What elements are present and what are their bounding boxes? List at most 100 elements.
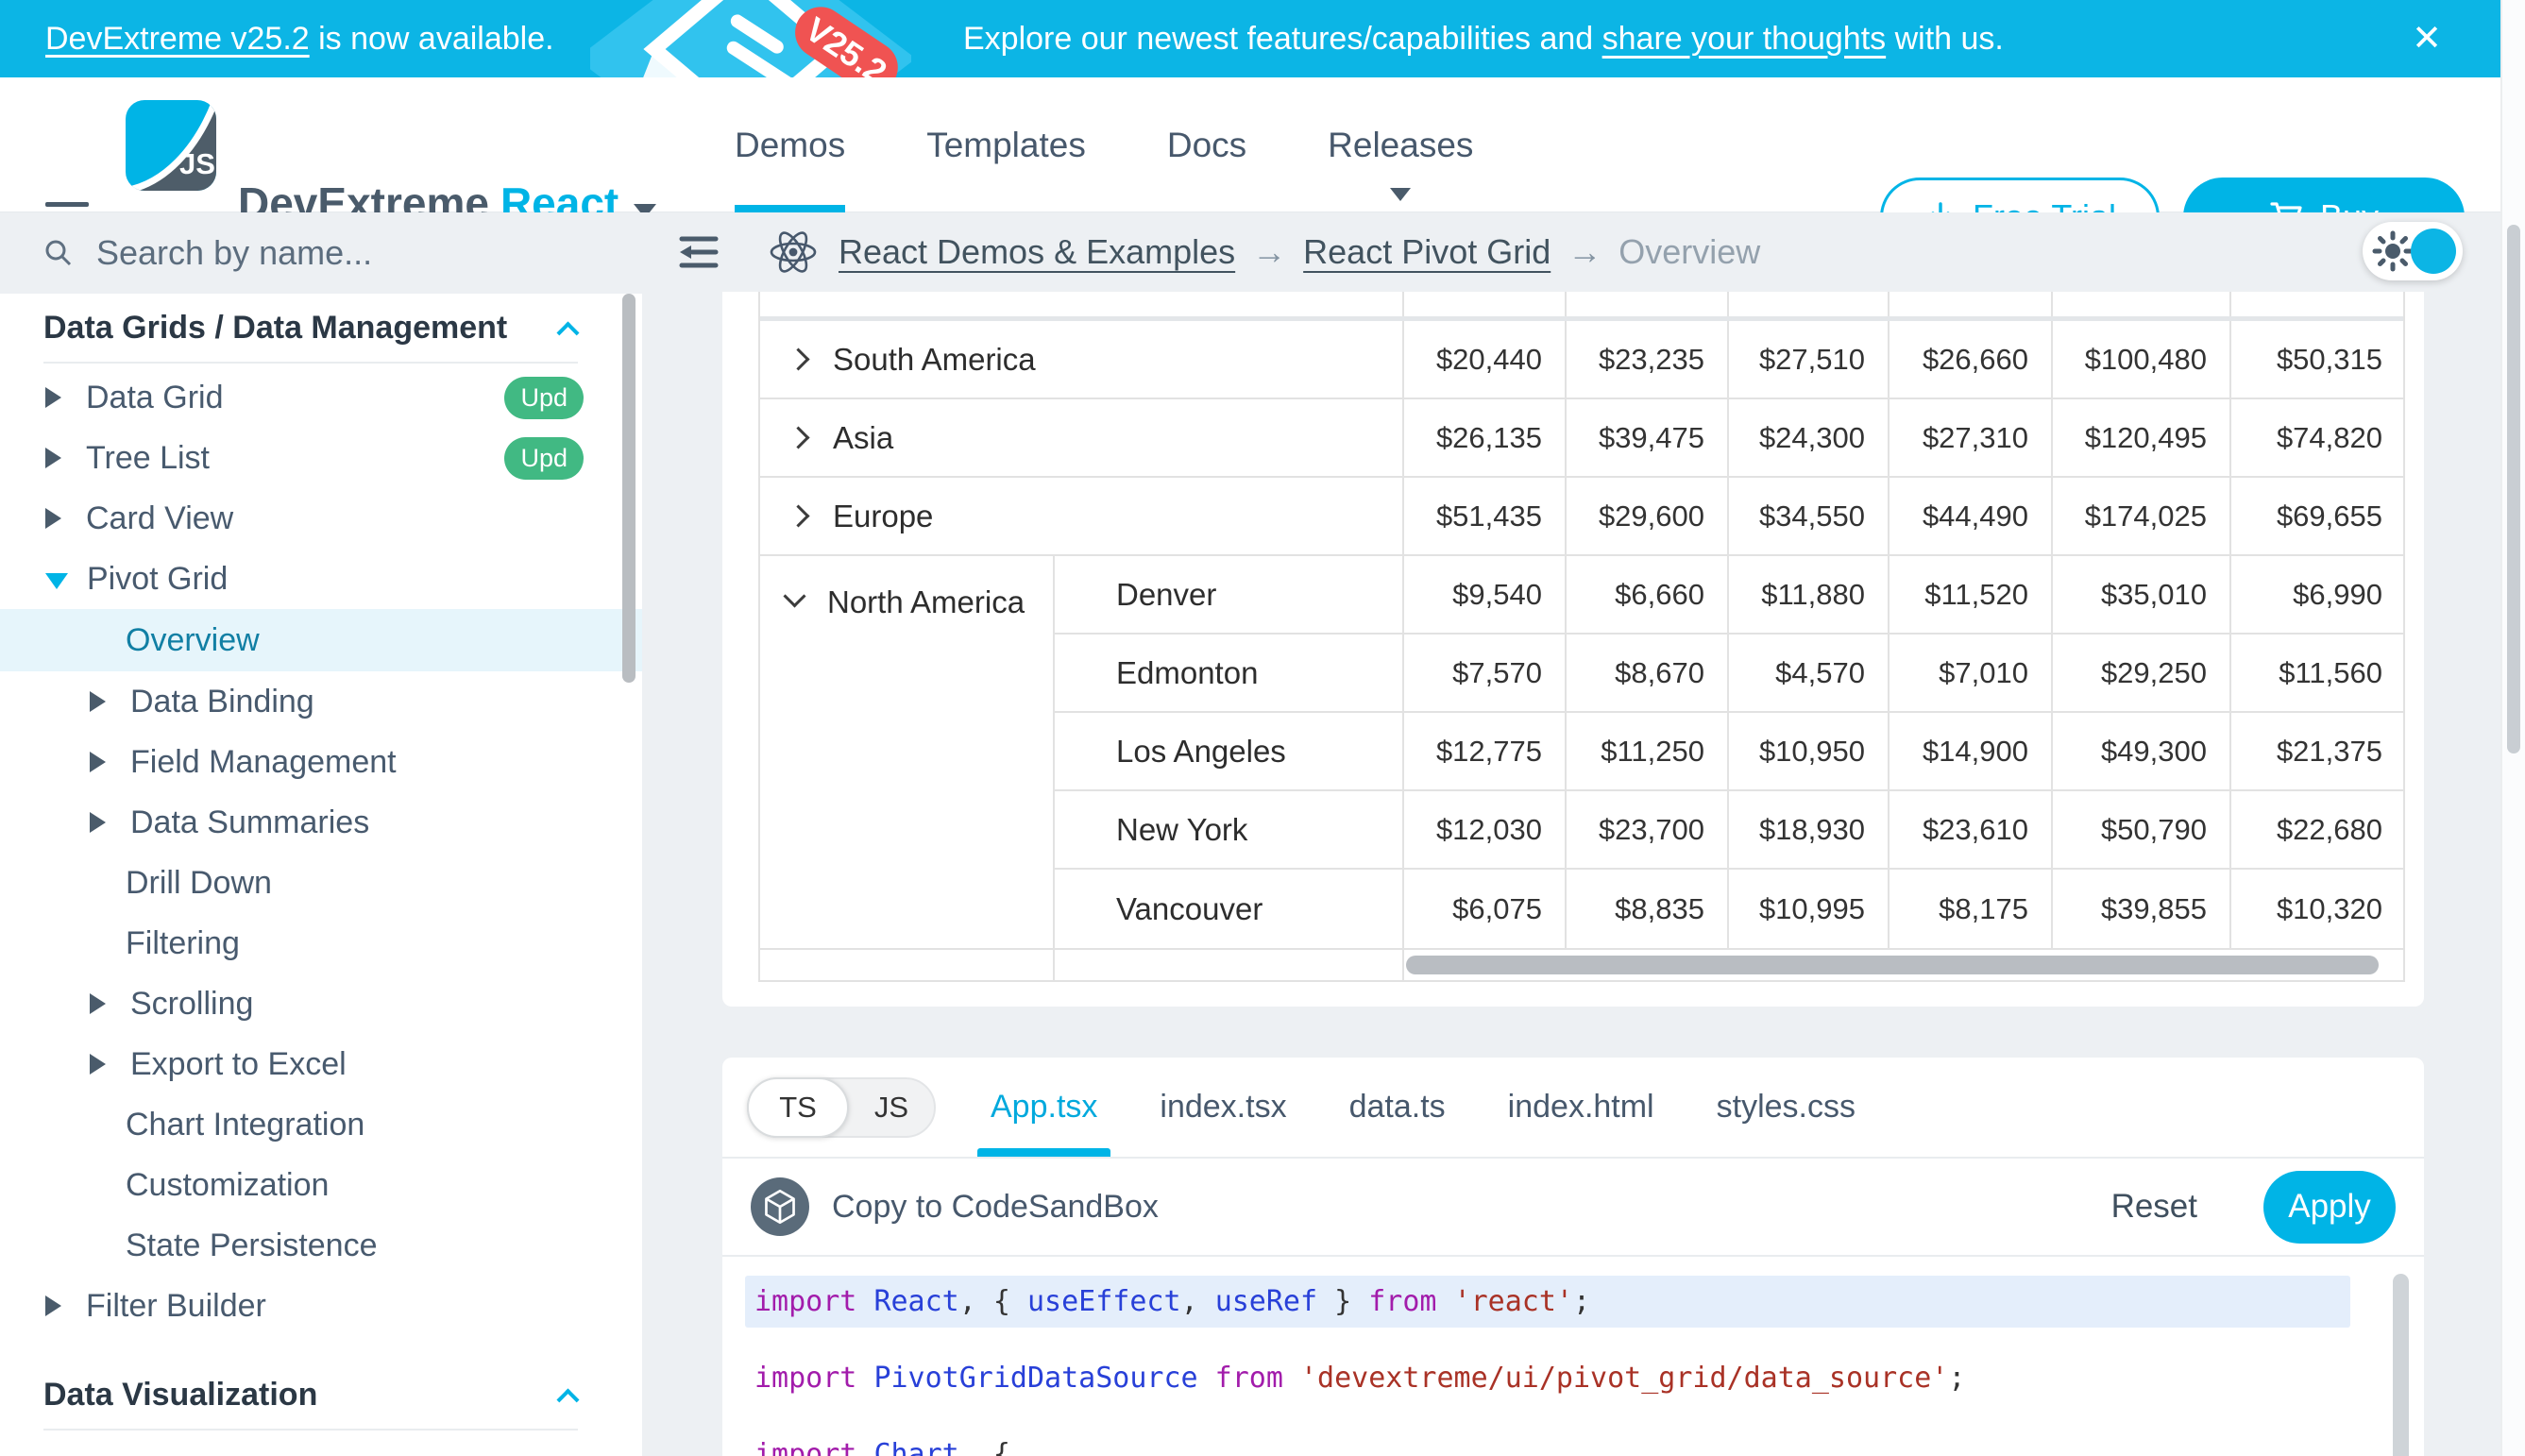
value-cell: $8,835 — [1567, 870, 1729, 948]
sidebar-item-overview[interactable]: Overview — [0, 609, 642, 671]
value-cell: $7,570 — [1404, 635, 1567, 711]
value-cell: $120,495 — [2053, 399, 2231, 476]
code-actions-row: Copy to CodeSandBox Reset Apply — [722, 1159, 2424, 1257]
language-js-option[interactable]: JS — [849, 1079, 934, 1136]
code-panel: TS JS App.tsx index.tsx data.ts index.ht… — [722, 1058, 2424, 1456]
value-cell: $26,660 — [1890, 321, 2053, 398]
value-cell: $7,010 — [1890, 635, 2053, 711]
city-header-cell[interactable]: Vancouver — [1055, 870, 1404, 948]
announcement-banner: DevExtreme v25.2 is now available. V25.2… — [0, 0, 2525, 77]
page-scrollbar-track[interactable] — [2500, 0, 2525, 1456]
language-toggle[interactable]: TS JS — [747, 1077, 936, 1138]
expand-chevron-icon[interactable] — [787, 347, 809, 370]
value-cell: $6,075 — [1404, 870, 1567, 948]
value-cell: $22,680 — [2231, 791, 2405, 868]
triangle-right-icon — [90, 691, 106, 712]
code-vertical-scrollbar[interactable] — [2393, 1274, 2409, 1456]
collapse-chevron-icon[interactable] — [783, 584, 805, 607]
sidebar-item-data-binding[interactable]: Data Binding — [0, 671, 642, 732]
banner-close-icon[interactable]: ✕ — [2412, 21, 2442, 57]
value-cell: $11,250 — [1567, 713, 1729, 789]
sidebar-item-chart-integration[interactable]: Chart Integration — [0, 1094, 642, 1155]
reset-button[interactable]: Reset — [2111, 1188, 2197, 1226]
sidebar-item-scrolling[interactable]: Scrolling — [0, 973, 642, 1034]
nav-templates[interactable]: Templates — [926, 77, 1086, 212]
tab-styles-css[interactable]: styles.css — [1717, 1058, 1856, 1157]
theme-toggle[interactable] — [2363, 222, 2463, 280]
row-header-cell[interactable]: North America — [760, 556, 1055, 948]
nav-demos[interactable]: Demos — [735, 77, 845, 212]
sidebar-item-data-summaries[interactable]: Data Summaries — [0, 792, 642, 853]
value-cell: $11,560 — [2231, 635, 2405, 711]
value-cell: $50,790 — [2053, 791, 2231, 868]
city-header-cell[interactable]: New York — [1055, 791, 1404, 868]
codesandbox-icon[interactable] — [751, 1177, 809, 1236]
tab-app-tsx[interactable]: App.tsx — [991, 1058, 1097, 1157]
banner-message: Explore our newest features/capabilities… — [963, 21, 2004, 58]
search-input[interactable] — [96, 233, 550, 273]
code-editor[interactable]: import React, { useEffect, useRef } from… — [722, 1257, 2424, 1456]
tab-data-ts[interactable]: data.ts — [1349, 1058, 1446, 1157]
sidebar-section-data-visualization[interactable]: Data Visualization — [0, 1361, 642, 1429]
nav-releases[interactable]: Releases — [1328, 77, 1473, 212]
upd-badge: Upd — [504, 377, 584, 419]
triangle-down-icon — [45, 573, 68, 589]
main-nav: Demos Templates Docs Releases — [735, 77, 1473, 212]
sidebar-item-customization[interactable]: Customization — [0, 1155, 642, 1215]
sidebar-item-drill-down[interactable]: Drill Down — [0, 853, 642, 913]
sidebar-item-state-persistence[interactable]: State Persistence — [0, 1215, 642, 1276]
value-cell: $50,315 — [2231, 321, 2405, 398]
sidebar-item-filtering[interactable]: Filtering — [0, 913, 642, 973]
sidebar-item-tree-list[interactable]: Tree List Upd — [0, 428, 642, 488]
breadcrumb-parent-link[interactable]: React Pivot Grid — [1303, 232, 1551, 271]
row-header-cell[interactable]: Asia — [760, 399, 1404, 476]
value-cell: $12,030 — [1404, 791, 1567, 868]
sidebar-item-filter-builder[interactable]: Filter Builder — [0, 1276, 642, 1336]
tab-index-tsx[interactable]: index.tsx — [1160, 1058, 1286, 1157]
main-content: React Demos & Examples→React Pivot Grid→… — [642, 212, 2525, 1456]
table-row-south-america: South America $20,440 $23,235 $27,510 $2… — [760, 321, 2403, 399]
search-bar[interactable] — [0, 212, 642, 294]
code-line: import PivotGridDataSource from 'devextr… — [745, 1352, 2350, 1404]
divider — [43, 1429, 578, 1431]
sun-icon — [2372, 230, 2414, 272]
nav-docs[interactable]: Docs — [1167, 77, 1246, 212]
expand-chevron-icon[interactable] — [787, 426, 809, 449]
page-scrollbar-thumb[interactable] — [2507, 225, 2520, 753]
collapse-sidebar-icon[interactable] — [676, 232, 721, 272]
table-row-los-angeles: Los Angeles $12,775 $11,250 $10,950 $14,… — [1055, 713, 2405, 791]
devextreme-js-logo[interactable]: JS — [126, 100, 216, 191]
breadcrumb-root-link[interactable]: React Demos & Examples — [839, 232, 1235, 271]
sidebar-item-card-view[interactable]: Card View — [0, 488, 642, 549]
horizontal-scrollbar[interactable] — [1406, 956, 2379, 974]
devextreme-box-logo: V25.2 — [590, 0, 911, 77]
row-header-cell[interactable]: South America — [760, 321, 1404, 398]
sidebar-item-data-grid[interactable]: Data Grid Upd — [0, 367, 642, 428]
language-ts-option[interactable]: TS — [747, 1077, 849, 1138]
tab-index-html[interactable]: index.html — [1508, 1058, 1654, 1157]
row-header-cell[interactable]: Europe — [760, 478, 1404, 554]
city-header-cell[interactable]: Los Angeles — [1055, 713, 1404, 789]
sidebar-item-export-to-excel[interactable]: Export to Excel — [0, 1034, 642, 1094]
sidebar-item-field-management[interactable]: Field Management — [0, 732, 642, 792]
copy-to-codesandbox-label[interactable]: Copy to CodeSandBox — [832, 1189, 1159, 1226]
city-header-cell[interactable]: Edmonton — [1055, 635, 1404, 711]
code-panel-header: TS JS App.tsx index.tsx data.ts index.ht… — [722, 1058, 2424, 1159]
theme-toggle-knob[interactable] — [2411, 229, 2456, 274]
value-cell: $34,550 — [1729, 478, 1890, 554]
apply-button[interactable]: Apply — [2263, 1171, 2396, 1244]
city-header-cell[interactable]: Denver — [1055, 556, 1404, 633]
banner-version-link[interactable]: DevExtreme v25.2 — [45, 21, 310, 57]
code-file-tabs: App.tsx index.tsx data.ts index.html sty… — [991, 1058, 1856, 1157]
value-cell: $20,440 — [1404, 321, 1567, 398]
sidebar-scrollbar[interactable] — [622, 294, 635, 683]
site-header: JS DevExtremeReact by DevExpress Demos T… — [0, 77, 2525, 212]
pivot-grid: South America $20,440 $23,235 $27,510 $2… — [758, 292, 2405, 982]
value-cell: $10,995 — [1729, 870, 1890, 948]
value-cell: $4,570 — [1729, 635, 1890, 711]
expand-chevron-icon[interactable] — [787, 504, 809, 527]
sidebar-item-pivot-grid[interactable]: Pivot Grid — [0, 549, 642, 609]
share-thoughts-link[interactable]: share your thoughts — [1602, 21, 1887, 57]
pivot-partial-row — [760, 292, 2403, 316]
sidebar-section-data-grids[interactable]: Data Grids / Data Management — [0, 294, 642, 362]
